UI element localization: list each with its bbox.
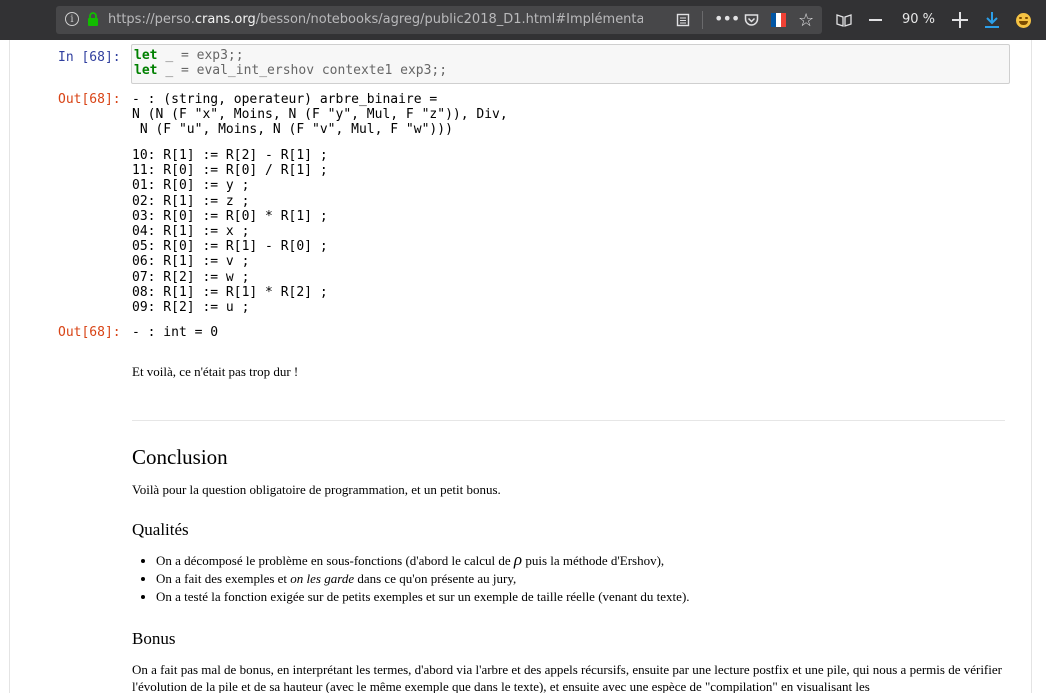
divider (132, 420, 1005, 421)
info-icon[interactable]: i (65, 12, 79, 26)
download-icon[interactable] (984, 11, 1000, 29)
voila-text: Et voilà, ce n'était pas trop dur ! (132, 364, 299, 379)
output-result: - : int = 0 (132, 325, 219, 340)
bonus-heading: Bonus (132, 629, 176, 648)
output-prompt: Out[68]: (58, 92, 121, 107)
zoom-level[interactable]: 90 % (902, 12, 935, 27)
list-item: On a testé la fonction exigée sur de pet… (156, 588, 690, 606)
conclusion-text: Voilà pour la question obligatoire de pr… (132, 482, 501, 497)
qualites-list: On a décomposé le problème en sous-fonct… (132, 551, 690, 606)
list-item: On a décomposé le problème en sous-fonct… (156, 551, 690, 570)
browser-toolbar: i https://perso.crans.org/besson/noteboo… (0, 0, 1046, 40)
notebook-page: In [68]: let _ = exp3;; let _ = eval_int… (9, 40, 1032, 693)
zoom-out-icon[interactable] (869, 19, 882, 21)
conclusion-heading: Conclusion (132, 445, 228, 469)
pocket-icon[interactable] (744, 13, 759, 27)
code-line-2: let _ = eval_int_ershov contexte1 exp3;; (134, 63, 448, 78)
emoji-icon[interactable] (1016, 13, 1031, 28)
library-icon[interactable] (836, 13, 852, 27)
bonus-text: On a fait pas mal de bonus, en interprét… (132, 662, 1002, 693)
qualites-heading: Qualités (132, 520, 189, 539)
code-cell-input[interactable]: let _ = exp3;; let _ = eval_int_ershov c… (131, 44, 1010, 84)
separator (702, 11, 703, 29)
output-registers: 10: R[1] := R[2] - R[1] ; 11: R[0] := R[… (132, 148, 328, 316)
more-icon[interactable]: ••• (714, 9, 740, 28)
zoom-in-icon[interactable] (952, 12, 968, 28)
reader-icon[interactable] (676, 13, 690, 27)
star-icon[interactable]: ☆ (798, 10, 814, 31)
lock-icon[interactable] (86, 12, 100, 26)
url-bar[interactable]: i https://perso.crans.org/besson/noteboo… (56, 6, 822, 34)
flag-fr-icon[interactable] (771, 13, 786, 27)
output-prompt-2: Out[68]: (58, 325, 121, 340)
code-line-1: let _ = exp3;; (134, 48, 244, 63)
list-item: On a fait des exemples et on les garde d… (156, 570, 690, 588)
output-tree: - : (string, operateur) arbre_binaire = … (132, 92, 508, 138)
input-prompt: In [68]: (58, 50, 121, 65)
url-text[interactable]: https://perso.crans.org/besson/notebooks… (108, 6, 643, 34)
